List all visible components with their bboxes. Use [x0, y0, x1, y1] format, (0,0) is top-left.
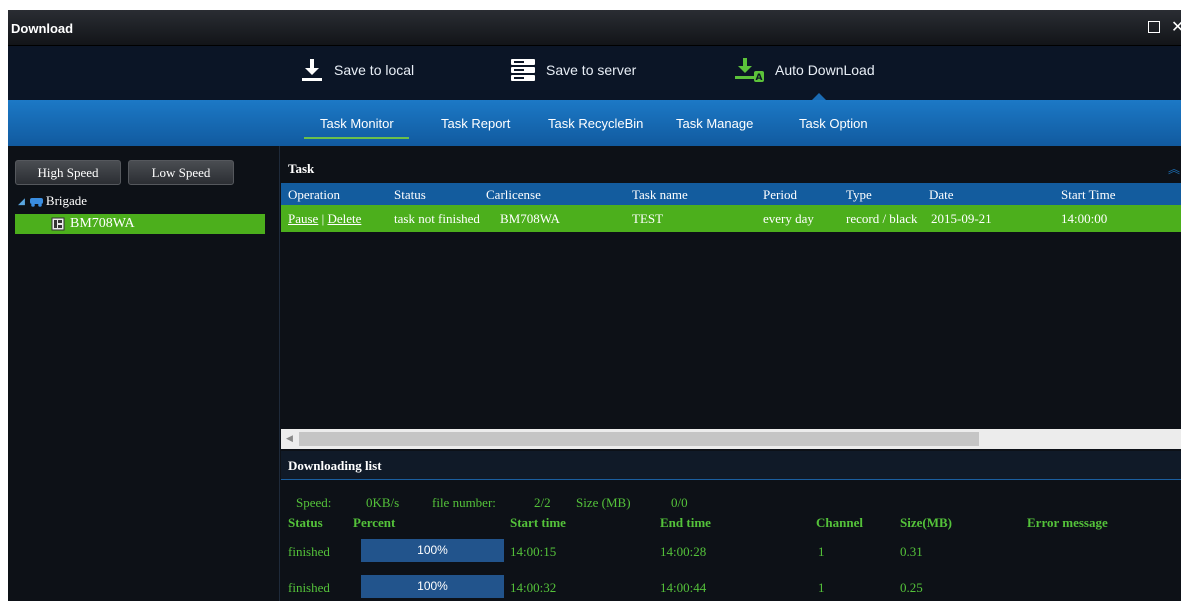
operation-cell: Pause | Delete: [288, 211, 361, 227]
column-header[interactable]: Operation: [288, 187, 340, 203]
auto-download-button[interactable]: A Auto DownLoad: [735, 58, 875, 83]
vehicle-device-icon: [51, 217, 65, 231]
task-table-header: Operation Status Carlicense Task name Pe…: [281, 183, 1181, 205]
column-header[interactable]: Channel: [816, 515, 863, 531]
carlicense-cell: BM708WA: [500, 211, 560, 226]
dl-size-cell: 0.25: [900, 580, 923, 595]
vehicle-group-icon: [29, 198, 43, 207]
tab-bar: Task Monitor Task Report Task RecycleBin…: [8, 100, 1181, 146]
scroll-left-icon[interactable]: ◀: [286, 433, 293, 444]
save-to-server-label: Save to server: [546, 62, 637, 78]
column-header[interactable]: Start time: [510, 515, 566, 531]
title-bar[interactable]: Download ✕: [8, 10, 1181, 46]
column-header[interactable]: Status: [288, 515, 323, 531]
vehicle-tree-panel: High Speed Low Speed ◢ Brigade BM708WA: [8, 146, 280, 601]
downloading-list-header: Downloading list: [281, 451, 1181, 480]
save-to-local-button[interactable]: Save to local: [300, 58, 414, 82]
start-time-cell: 14:00:00: [1061, 211, 1108, 226]
tab-task-report[interactable]: Task Report: [441, 116, 510, 131]
column-header[interactable]: Period: [763, 187, 797, 203]
column-header[interactable]: Date: [929, 187, 954, 203]
window-title: Download: [11, 21, 74, 36]
tree-node-brigade[interactable]: ◢ Brigade: [18, 193, 87, 209]
toolbar: Save to local Save to server A Auto Down…: [8, 46, 1181, 100]
server-icon: [511, 59, 535, 81]
column-header[interactable]: Status: [394, 187, 426, 203]
collapse-chevron-icon[interactable]: ︽: [1168, 160, 1180, 177]
horizontal-scrollbar[interactable]: ◀: [281, 429, 1181, 449]
low-speed-button[interactable]: Low Speed: [128, 160, 234, 185]
size-value: 0/0: [671, 495, 688, 510]
active-tab-underline: [304, 137, 409, 139]
expand-triangle-icon[interactable]: ◢: [18, 196, 25, 207]
close-icon[interactable]: ✕: [1171, 17, 1181, 36]
task-name-cell: TEST: [632, 211, 664, 226]
column-header[interactable]: Size(MB): [900, 515, 952, 531]
save-to-server-button[interactable]: Save to server: [510, 58, 636, 82]
speed-label: Speed:: [296, 495, 332, 510]
dl-start-cell: 14:00:32: [510, 580, 557, 595]
dl-size-cell: 0.31: [900, 544, 923, 559]
percent-bar: 100%: [361, 575, 504, 598]
pause-link[interactable]: Pause: [288, 211, 318, 226]
file-number-value: 2/2: [534, 495, 551, 510]
task-section-title: Task: [288, 161, 315, 176]
column-header[interactable]: Percent: [353, 515, 395, 531]
date-cell: 2015-09-21: [931, 211, 992, 226]
column-header[interactable]: Task name: [632, 187, 688, 203]
active-tool-indicator: [812, 93, 826, 100]
tree-root-label: Brigade: [45, 193, 88, 208]
tab-task-option[interactable]: Task Option: [799, 116, 868, 131]
column-header[interactable]: Type: [846, 187, 872, 203]
speed-value: 0KB/s: [366, 495, 400, 510]
tab-task-recyclebin[interactable]: Task RecycleBin: [548, 116, 643, 131]
file-number-label: file number:: [432, 495, 496, 510]
column-header[interactable]: Start Time: [1061, 187, 1116, 203]
svg-text:A: A: [756, 73, 763, 83]
download-window: Download ✕ Save to local Save to server: [8, 10, 1181, 601]
type-cell: record / black: [846, 211, 918, 226]
dl-channel-cell: 1: [818, 544, 825, 559]
dl-end-cell: 14:00:28: [660, 544, 707, 559]
download-arrow-icon: [302, 59, 322, 81]
save-to-local-label: Save to local: [334, 62, 415, 78]
tab-task-monitor[interactable]: Task Monitor: [320, 116, 394, 131]
tree-vehicle-label: BM708WA: [70, 216, 135, 231]
auto-download-label: Auto DownLoad: [775, 62, 875, 78]
period-cell: every day: [763, 211, 814, 226]
column-header[interactable]: Error message: [1027, 515, 1108, 531]
tree-node-vehicle[interactable]: BM708WA: [15, 214, 265, 234]
size-label: Size (MB): [576, 495, 631, 510]
column-header[interactable]: Carlicense: [486, 187, 541, 203]
status-cell: task not finished: [394, 211, 480, 226]
maximize-icon[interactable]: [1148, 21, 1160, 33]
scroll-thumb[interactable]: [299, 432, 979, 446]
column-header[interactable]: End time: [660, 515, 711, 531]
dl-status-cell: finished: [288, 544, 330, 559]
auto-download-icon: A: [735, 58, 764, 83]
task-section-header: Task ︽: [281, 155, 1181, 183]
high-speed-button[interactable]: High Speed: [15, 160, 121, 185]
tab-task-manage[interactable]: Task Manage: [676, 116, 753, 131]
dl-channel-cell: 1: [818, 580, 825, 595]
percent-bar: 100%: [361, 539, 504, 562]
dl-status-cell: finished: [288, 580, 330, 595]
delete-link[interactable]: Delete: [327, 211, 361, 226]
dl-end-cell: 14:00:44: [660, 580, 707, 595]
dl-start-cell: 14:00:15: [510, 544, 557, 559]
downloading-list-title: Downloading list: [288, 458, 382, 473]
table-row[interactable]: Pause | Delete task not finished BM708WA…: [281, 205, 1181, 232]
